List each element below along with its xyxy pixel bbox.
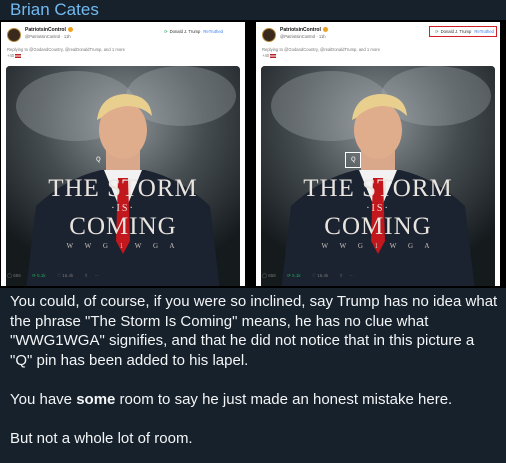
replying-to: Replying to @GodandCountry, @realDonaldT…: [7, 47, 125, 52]
like-count: ♡ 15.4k: [311, 273, 329, 278]
post-actions: ◯ 656 ⟳ 5.1k ♡ 15.4k ⇧ ···: [7, 273, 104, 279]
replying-to: Replying to @GodandCountry, @realDonaldT…: [262, 47, 380, 52]
account-name: PatriotsinControl: [25, 27, 73, 33]
account-avatar: [262, 28, 276, 42]
q-lapel-pin: Q: [96, 157, 101, 163]
poster-tagline: W W G 1 W G A: [66, 242, 180, 250]
retruth-label: ⟳ Donald J. Trump ReTruthed: [164, 29, 223, 34]
highlight-box-retruth: [429, 26, 497, 37]
retruth-count: ⟳ 5.1k: [32, 273, 46, 278]
message-paragraph: You have some room to say he just made a…: [10, 390, 453, 408]
extra-count: +40: [262, 53, 277, 58]
extra-count: +40: [7, 53, 22, 58]
post-screenshot-original: PatriotsinControl @PatriotsinControl · 1…: [1, 22, 245, 286]
message-bubble: Brian Cates PatriotsinControl @Patriotsi…: [0, 0, 506, 463]
message-paragraph: But not a whole lot of room.: [10, 429, 193, 447]
highlight-box-q-pin: [345, 152, 361, 168]
us-flag-icon: [15, 53, 22, 58]
retruth-icon: ⟳: [164, 29, 168, 34]
poster-tagline: W W G 1 W G A: [321, 242, 435, 250]
more-icon: ···: [349, 273, 355, 278]
us-flag-icon: [270, 53, 277, 58]
account-avatar: [7, 28, 21, 42]
reply-count: ◯ 656: [7, 273, 21, 278]
share-icon: ⇧: [339, 273, 344, 278]
poster-title-line1: THE STORM: [303, 175, 453, 202]
poster-image: Q THE STORM ·IS· COMING W W G 1 W G A: [6, 66, 240, 286]
account-handle: @PatriotsinControl · 11h: [25, 34, 71, 39]
like-count: ♡ 15.4k: [56, 273, 74, 278]
poster-image: Q THE STORM ·IS· COMING W W G 1 W G A: [261, 66, 495, 286]
reply-count: ◯ 656: [262, 273, 276, 278]
retruth-count: ⟳ 5.1k: [287, 273, 301, 278]
sender-name[interactable]: Brian Cates: [10, 0, 99, 20]
account-handle: @PatriotsinControl · 11h: [280, 34, 326, 39]
message-text: You could, of course, if you were so inc…: [10, 292, 500, 448]
account-name: PatriotsinControl: [280, 27, 328, 33]
verified-badge-icon: [322, 27, 328, 33]
verified-badge-icon: [67, 27, 73, 33]
poster-title-line3: COMING: [324, 213, 432, 240]
share-icon: ⇧: [84, 273, 89, 278]
poster-title-line3: COMING: [69, 213, 177, 240]
more-icon: ···: [94, 273, 100, 278]
emphasis-text: some: [76, 390, 116, 408]
message-paragraph: You could, of course, if you were so inc…: [10, 293, 498, 369]
attached-image[interactable]: PatriotsinControl @PatriotsinControl · 1…: [0, 20, 506, 288]
post-screenshot-annotated: PatriotsinControl @PatriotsinControl · 1…: [256, 22, 500, 286]
poster-title-line1: THE STORM: [48, 175, 198, 202]
post-actions: ◯ 656 ⟳ 5.1k ♡ 15.4k ⇧ ···: [262, 273, 359, 279]
